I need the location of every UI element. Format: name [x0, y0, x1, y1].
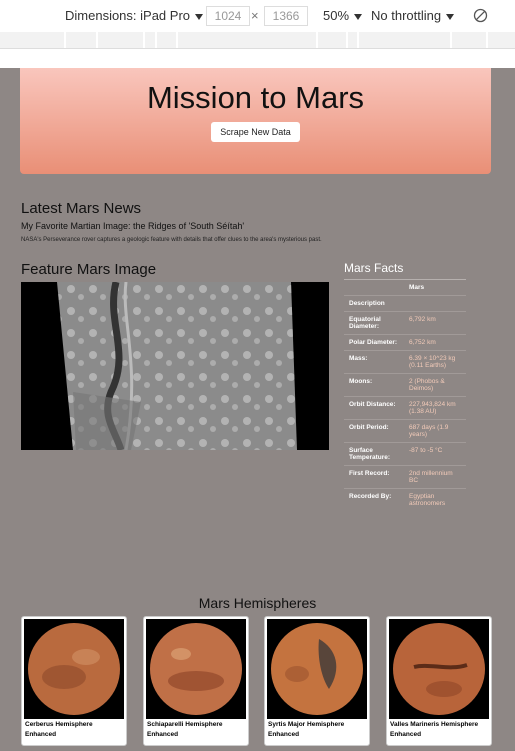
hemisphere-thumbnail[interactable] [24, 619, 124, 719]
fact-label: Moons: [344, 373, 404, 397]
throttle-select[interactable]: No throttling [371, 8, 455, 23]
fact-label: Surface Temperature: [344, 442, 404, 466]
device-select[interactable]: Dimensions: iPad Pro [65, 8, 203, 23]
fact-label: Mass: [344, 350, 404, 374]
chevron-down-icon [354, 13, 363, 20]
facts-heading: Mars Facts [344, 261, 404, 275]
zoom-select-label: 50% [323, 8, 350, 23]
hemisphere-thumbnail[interactable] [267, 619, 367, 719]
facts-header-row: Mars [344, 279, 466, 296]
header-jumbotron: Mission to Mars Scrape New Data [20, 68, 491, 174]
featured-image [21, 282, 329, 450]
hemisphere-title[interactable]: Cerberus Hemisphere Enhanced [25, 720, 125, 740]
facts-header-col: Mars [404, 279, 466, 296]
fact-value: Egyptian astronomers [404, 488, 466, 511]
page-viewport: Mission to Mars Scrape New Data Latest M… [0, 68, 515, 751]
fact-value: 6,792 km [404, 311, 466, 335]
no-rotate-icon[interactable] [473, 8, 488, 23]
fact-label: Description [344, 295, 404, 312]
device-select-label: Dimensions: iPad Pro [65, 8, 190, 23]
devtools-toolbar: Dimensions: iPad Pro 1024 × 1366 50% No … [0, 0, 515, 33]
facts-table: Mars Description Equatorial Diameter: 6,7… [344, 279, 466, 511]
hemisphere-card[interactable]: Syrtis Major Hemisphere Enhanced [264, 616, 370, 746]
fact-label: Polar Diameter: [344, 334, 404, 351]
media-query-ruler[interactable] [0, 32, 515, 49]
fact-value: 6,752 km [404, 334, 466, 351]
hemisphere-card[interactable]: Cerberus Hemisphere Enhanced [21, 616, 127, 746]
zoom-select[interactable]: 50% [323, 8, 363, 23]
table-row: Description [344, 295, 466, 312]
table-row: Orbit Period: 687 days (1.9 years) [344, 419, 466, 443]
news-teaser: NASA's Perseverance rover captures a geo… [21, 237, 322, 243]
chevron-down-icon [446, 13, 455, 20]
table-row: Orbit Distance: 227,943,824 km (1.38 AU) [344, 396, 466, 420]
fact-value: 2nd millennium BC [404, 465, 466, 489]
fact-label: Recorded By: [344, 488, 404, 511]
fact-value: 6.39 × 10^23 kg (0.11 Earths) [404, 350, 466, 374]
fact-label: First Record: [344, 465, 404, 489]
page-title: Mission to Mars [146, 80, 365, 115]
news-heading: Latest Mars News [21, 200, 142, 217]
hemisphere-thumbnail[interactable] [146, 619, 246, 719]
height-input[interactable]: 1366 [264, 6, 308, 26]
fact-value: 2 (Phobos & Deimos) [404, 373, 466, 397]
hemisphere-title[interactable]: Valles Marineris Hemisphere Enhanced [390, 720, 490, 740]
table-row: Equatorial Diameter: 6,792 km [344, 311, 466, 335]
fact-label: Orbit Period: [344, 419, 404, 443]
hemisphere-thumbnail[interactable] [389, 619, 489, 719]
fact-value: 687 days (1.9 years) [404, 419, 466, 443]
table-row: Recorded By: Egyptian astronomers [344, 488, 466, 511]
times-sign: × [251, 8, 259, 23]
hemisphere-card[interactable]: Valles Marineris Hemisphere Enhanced [386, 616, 492, 746]
hemisphere-title[interactable]: Syrtis Major Hemisphere Enhanced [268, 720, 368, 740]
fact-label: Equatorial Diameter: [344, 311, 404, 335]
hemisphere-title[interactable]: Schiaparelli Hemisphere Enhanced [147, 720, 247, 740]
fact-value [404, 295, 466, 312]
table-row: First Record: 2nd millennium BC [344, 465, 466, 489]
fact-value: 227,943,824 km (1.38 AU) [404, 396, 466, 420]
featured-heading: Feature Mars Image [21, 261, 157, 278]
fact-label: Orbit Distance: [344, 396, 404, 420]
table-row: Moons: 2 (Phobos & Deimos) [344, 373, 466, 397]
facts-header-blank [344, 279, 404, 296]
width-input[interactable]: 1024 [206, 6, 250, 26]
news-title: My Favorite Martian Image: the Ridges of… [21, 221, 245, 231]
chevron-down-icon [195, 13, 203, 20]
mars-surface-image [57, 282, 297, 450]
fact-value: -87 to -5 °C [404, 442, 466, 466]
throttle-select-label: No throttling [371, 8, 442, 23]
scrape-button[interactable]: Scrape New Data [211, 122, 300, 142]
hemisphere-card[interactable]: Schiaparelli Hemisphere Enhanced [143, 616, 249, 746]
table-row: Surface Temperature: -87 to -5 °C [344, 442, 466, 466]
table-row: Mass: 6.39 × 10^23 kg (0.11 Earths) [344, 350, 466, 374]
table-row: Polar Diameter: 6,752 km [344, 334, 466, 351]
hemispheres-heading: Mars Hemispheres [198, 595, 317, 611]
